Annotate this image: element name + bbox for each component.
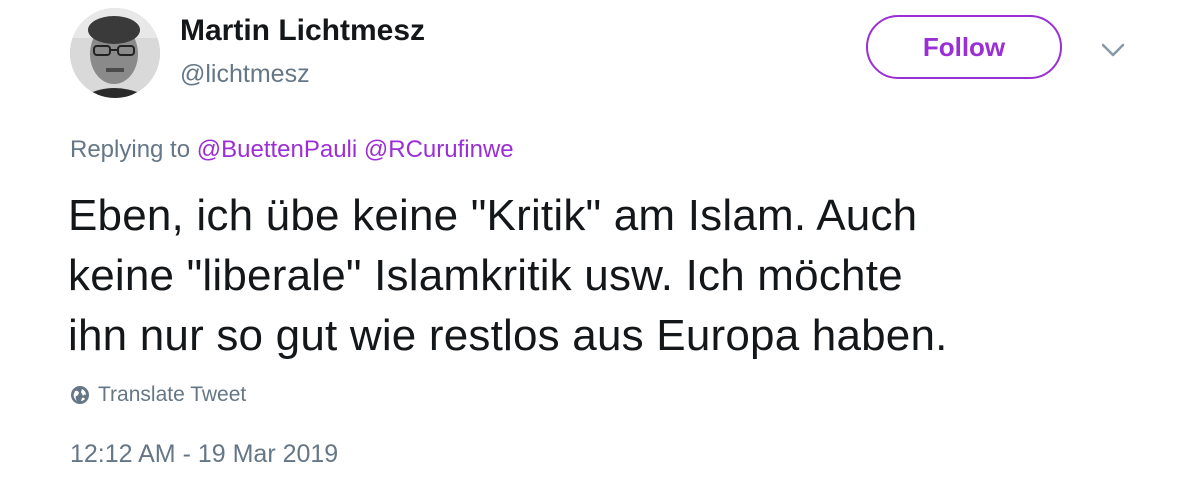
- chevron-down-icon[interactable]: [1100, 40, 1126, 60]
- tweet-timestamp[interactable]: 12:12 AM - 19 Mar 2019: [70, 440, 338, 469]
- tweet-card: Martin Lichtmesz @lichtmesz Follow Reply…: [0, 0, 1200, 498]
- translate-label: Translate Tweet: [98, 383, 247, 406]
- mention-link[interactable]: @BuettenPauli: [197, 136, 357, 163]
- mention-link[interactable]: @RCurufinwe: [364, 136, 514, 163]
- tweet-text: Eben, ich übe keine "Kritik" am Islam. A…: [68, 186, 1158, 366]
- globe-icon: [70, 385, 90, 405]
- author-display-name[interactable]: Martin Lichtmesz: [180, 14, 425, 48]
- tweet-text-line: Eben, ich übe keine "Kritik" am Islam. A…: [68, 191, 918, 240]
- replying-to: Replying to @BuettenPauli @RCurufinwe: [70, 136, 514, 164]
- tweet-text-line: ihn nur so gut wie restlos aus Europa ha…: [68, 311, 948, 360]
- replying-to-label: Replying to: [70, 136, 191, 163]
- tweet-text-line: keine "liberale" Islamkritik usw. Ich mö…: [68, 251, 903, 300]
- author-avatar[interactable]: [70, 8, 160, 98]
- translate-tweet-link[interactable]: Translate Tweet: [70, 383, 246, 407]
- follow-button[interactable]: Follow: [866, 15, 1062, 79]
- author-handle[interactable]: @lichtmesz: [180, 60, 310, 89]
- avatar-photo: [70, 8, 160, 98]
